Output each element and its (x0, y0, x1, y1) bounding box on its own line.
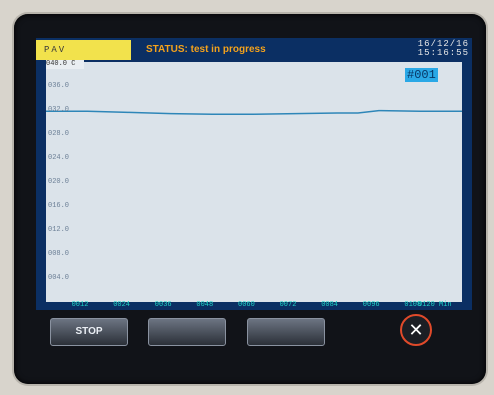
x-tick-label: 0072 (279, 301, 297, 309)
x-tick-label: 0036 (154, 301, 172, 309)
y-tick-label: 020.0 (48, 178, 70, 186)
y-tick-label: 012.0 (48, 226, 70, 234)
stop-button[interactable]: STOP (50, 318, 128, 346)
x-tick-label: 0120 Min (418, 301, 452, 309)
y-tick-label: 036.0 (48, 82, 70, 90)
x-tick-label: 0096 (362, 301, 380, 309)
status-text: STATUS: test in progress (146, 44, 266, 55)
blank-button-1[interactable] (148, 318, 226, 346)
y-tick-label: 032.0 (48, 106, 70, 114)
datetime: 16/12/16 15:16:55 (418, 40, 469, 58)
y-tick-label: 004.0 (48, 274, 70, 282)
time-text: 15:16:55 (417, 48, 469, 58)
x-tick-label: 0060 (238, 301, 255, 309)
device-label: PAV (36, 40, 131, 60)
y-tick-label: 008.0 (48, 250, 70, 258)
trend-chart (46, 109, 462, 115)
x-tick-label: 0048 (196, 301, 214, 309)
close-icon: ✕ (408, 320, 424, 340)
y-tick-label: 024.0 (48, 154, 70, 162)
y-tick-label: 028.0 (48, 130, 70, 138)
trend-series-line (46, 109, 462, 115)
y-max-label: 040.0 C (46, 60, 84, 69)
y-tick-label: 016.0 (48, 202, 70, 210)
x-tick-label: 0024 (113, 301, 130, 309)
close-button[interactable]: ✕ (400, 314, 432, 346)
blank-button-2[interactable] (247, 318, 325, 346)
channel-label: #001 (405, 68, 438, 82)
x-tick-label: 0012 (71, 301, 89, 309)
x-tick-label: 0084 (321, 301, 338, 309)
